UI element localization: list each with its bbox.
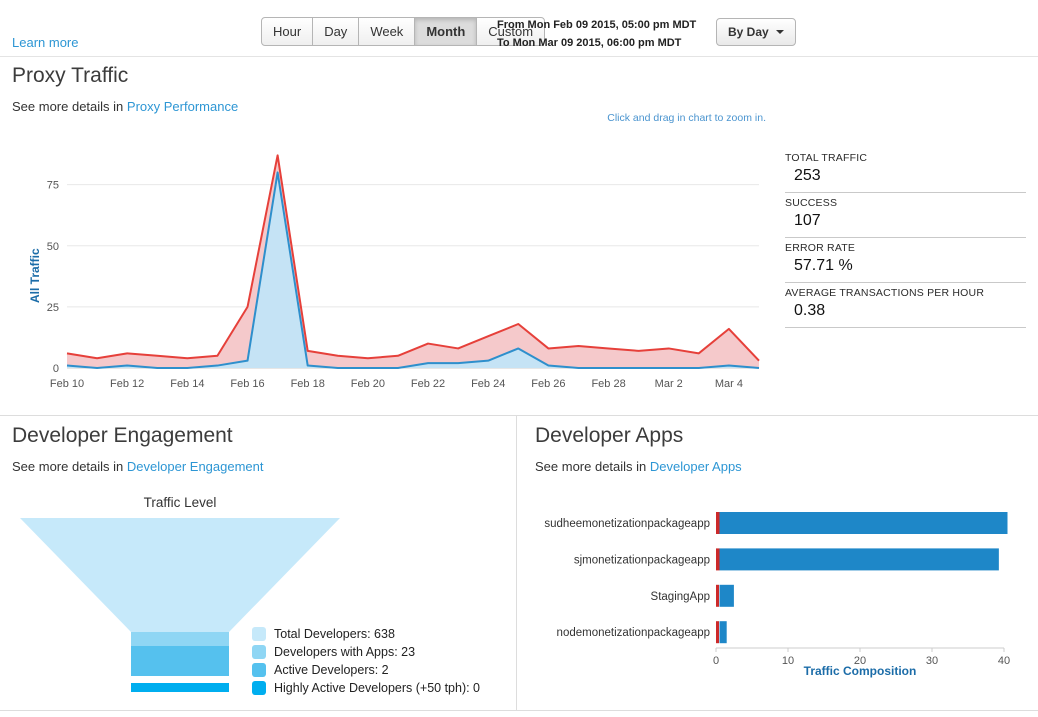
svg-text:Feb 28: Feb 28 [591, 378, 625, 390]
legend-item: Total Developers: 638 [252, 627, 480, 641]
proxy-traffic-title: Proxy Traffic [12, 64, 128, 88]
stat-average-transactions-per-hour: AVERAGE TRANSACTIONS PER HOUR 0.38 [785, 283, 1026, 328]
range-button-hour[interactable]: Hour [261, 17, 313, 46]
zoom-hint: Click and drag in chart to zoom in. [500, 112, 766, 124]
svg-text:25: 25 [47, 302, 59, 314]
see-more-text: See more details in [12, 459, 123, 474]
see-more-text: See more details in [12, 99, 123, 114]
granularity-label: By Day [728, 25, 769, 39]
learn-more-link[interactable]: Learn more [12, 35, 78, 50]
developer-engagement-link[interactable]: Developer Engagement [127, 459, 264, 474]
legend-item: Developers with Apps: 23 [252, 645, 480, 659]
date-range-to: To Mon Mar 09 2015, 06:00 pm MDT [497, 34, 696, 52]
bar-success [720, 548, 999, 570]
legend-swatch [252, 645, 266, 659]
svg-text:Feb 26: Feb 26 [531, 378, 565, 390]
bar-error [716, 548, 720, 570]
svg-text:nodemonetizationpackageapp: nodemonetizationpackageapp [557, 627, 710, 639]
legend-label: Total Developers: 638 [274, 627, 395, 641]
legend-label: Highly Active Developers (+50 tph): 0 [274, 681, 480, 695]
developer-apps-title: Developer Apps [535, 424, 683, 448]
legend-item: Active Developers: 2 [252, 663, 480, 677]
legend-swatch [252, 681, 266, 695]
svg-text:Feb 10: Feb 10 [50, 378, 84, 390]
svg-text:40: 40 [998, 655, 1010, 667]
svg-text:StagingApp: StagingApp [651, 591, 710, 603]
funnel-seg-with-apps [131, 632, 229, 646]
bar-success [720, 512, 1008, 534]
svg-text:50: 50 [47, 241, 59, 253]
developer-apps-bar-chart: sudheemonetizationpackageapp sjmonetizati… [520, 501, 1036, 681]
legend-swatch [252, 627, 266, 641]
stat-label: ERROR RATE [785, 242, 1026, 254]
all-traffic-line [67, 155, 759, 360]
legend-item: Highly Active Developers (+50 tph): 0 [252, 681, 480, 695]
developer-apps-link[interactable]: Developer Apps [650, 459, 742, 474]
developer-engagement-section: Developer Engagement See more details in… [0, 416, 517, 710]
svg-text:Feb 22: Feb 22 [411, 378, 445, 390]
date-range-from: From Mon Feb 09 2015, 05:00 pm MDT [497, 16, 696, 34]
proxy-traffic-chart[interactable]: 0 25 50 75 Feb 10 Feb 12 Feb 14 Feb 16 Feb 18 Feb… [14, 138, 770, 400]
stat-value: 0.38 [785, 302, 1026, 320]
svg-text:sudheemonetizationpackageapp: sudheemonetizationpackageapp [544, 518, 710, 530]
success-line [67, 172, 759, 368]
developer-apps-subtitle: See more details in Developer Apps [535, 459, 742, 474]
funnel-seg-total [20, 518, 340, 632]
svg-text:Traffic Composition: Traffic Composition [804, 664, 917, 678]
date-range: From Mon Feb 09 2015, 05:00 pm MDT To Mo… [497, 16, 696, 52]
range-button-month[interactable]: Month [414, 17, 477, 46]
funnel-legend: Total Developers: 638 Developers with App… [252, 627, 480, 699]
developer-apps-section: Developer Apps See more details in Devel… [518, 416, 1038, 710]
svg-text:75: 75 [47, 180, 59, 192]
bottom-row: Developer Engagement See more details in… [0, 415, 1038, 711]
range-button-week[interactable]: Week [358, 17, 415, 46]
proxy-traffic-subtitle: See more details in Proxy Performance [12, 99, 238, 114]
svg-text:0: 0 [53, 363, 59, 375]
funnel-seg-active [131, 646, 229, 676]
developer-engagement-title: Developer Engagement [12, 424, 233, 448]
legend-label: Developers with Apps: 23 [274, 645, 415, 659]
svg-text:Feb 16: Feb 16 [230, 378, 264, 390]
proxy-performance-link[interactable]: Proxy Performance [127, 99, 238, 114]
chevron-down-icon [776, 30, 784, 34]
svg-text:10: 10 [782, 655, 794, 667]
granularity-dropdown[interactable]: By Day [716, 18, 796, 46]
stat-label: TOTAL TRAFFIC [785, 152, 1026, 164]
bar-success [720, 621, 727, 643]
bar-success [720, 585, 734, 607]
svg-text:Feb 14: Feb 14 [170, 378, 204, 390]
stat-label: AVERAGE TRANSACTIONS PER HOUR [785, 287, 1026, 299]
svg-text:sjmonetizationpackageapp: sjmonetizationpackageapp [574, 554, 710, 566]
success-area [67, 172, 759, 368]
analytics-dashboard: Learn more HourDayWeekMonthCustom From M… [0, 0, 1038, 717]
legend-label: Active Developers: 2 [274, 663, 389, 677]
see-more-text: See more details in [535, 459, 646, 474]
stat-total-traffic: TOTAL TRAFFIC 253 [785, 148, 1026, 193]
svg-text:Feb 24: Feb 24 [471, 378, 505, 390]
stat-value: 57.71 % [785, 257, 1026, 275]
legend-swatch [252, 663, 266, 677]
svg-text:Feb 20: Feb 20 [351, 378, 385, 390]
stat-value: 253 [785, 167, 1026, 185]
topbar: Learn more HourDayWeekMonthCustom From M… [0, 0, 1038, 57]
range-button-day[interactable]: Day [312, 17, 359, 46]
bar-error [716, 512, 720, 534]
developer-engagement-subtitle: See more details in Developer Engagement [12, 459, 264, 474]
stat-error-rate: ERROR RATE 57.71 % [785, 238, 1026, 283]
svg-text:30: 30 [926, 655, 938, 667]
svg-text:Feb 12: Feb 12 [110, 378, 144, 390]
funnel-seg-highly-active [131, 683, 229, 692]
svg-text:Mar 2: Mar 2 [655, 378, 683, 390]
svg-text:0: 0 [713, 655, 719, 667]
all-traffic-area [67, 155, 759, 368]
stat-success: SUCCESS 107 [785, 193, 1026, 238]
funnel-title: Traffic Level [10, 495, 350, 510]
traffic-stats-panel: TOTAL TRAFFIC 253 SUCCESS 107 ERROR RATE 57.7… [785, 148, 1026, 328]
svg-text:Mar 4: Mar 4 [715, 378, 743, 390]
stat-value: 107 [785, 212, 1026, 230]
svg-text:Feb 18: Feb 18 [291, 378, 325, 390]
stat-label: SUCCESS [785, 197, 1026, 209]
bar-error [716, 621, 719, 643]
bar-error [716, 585, 719, 607]
